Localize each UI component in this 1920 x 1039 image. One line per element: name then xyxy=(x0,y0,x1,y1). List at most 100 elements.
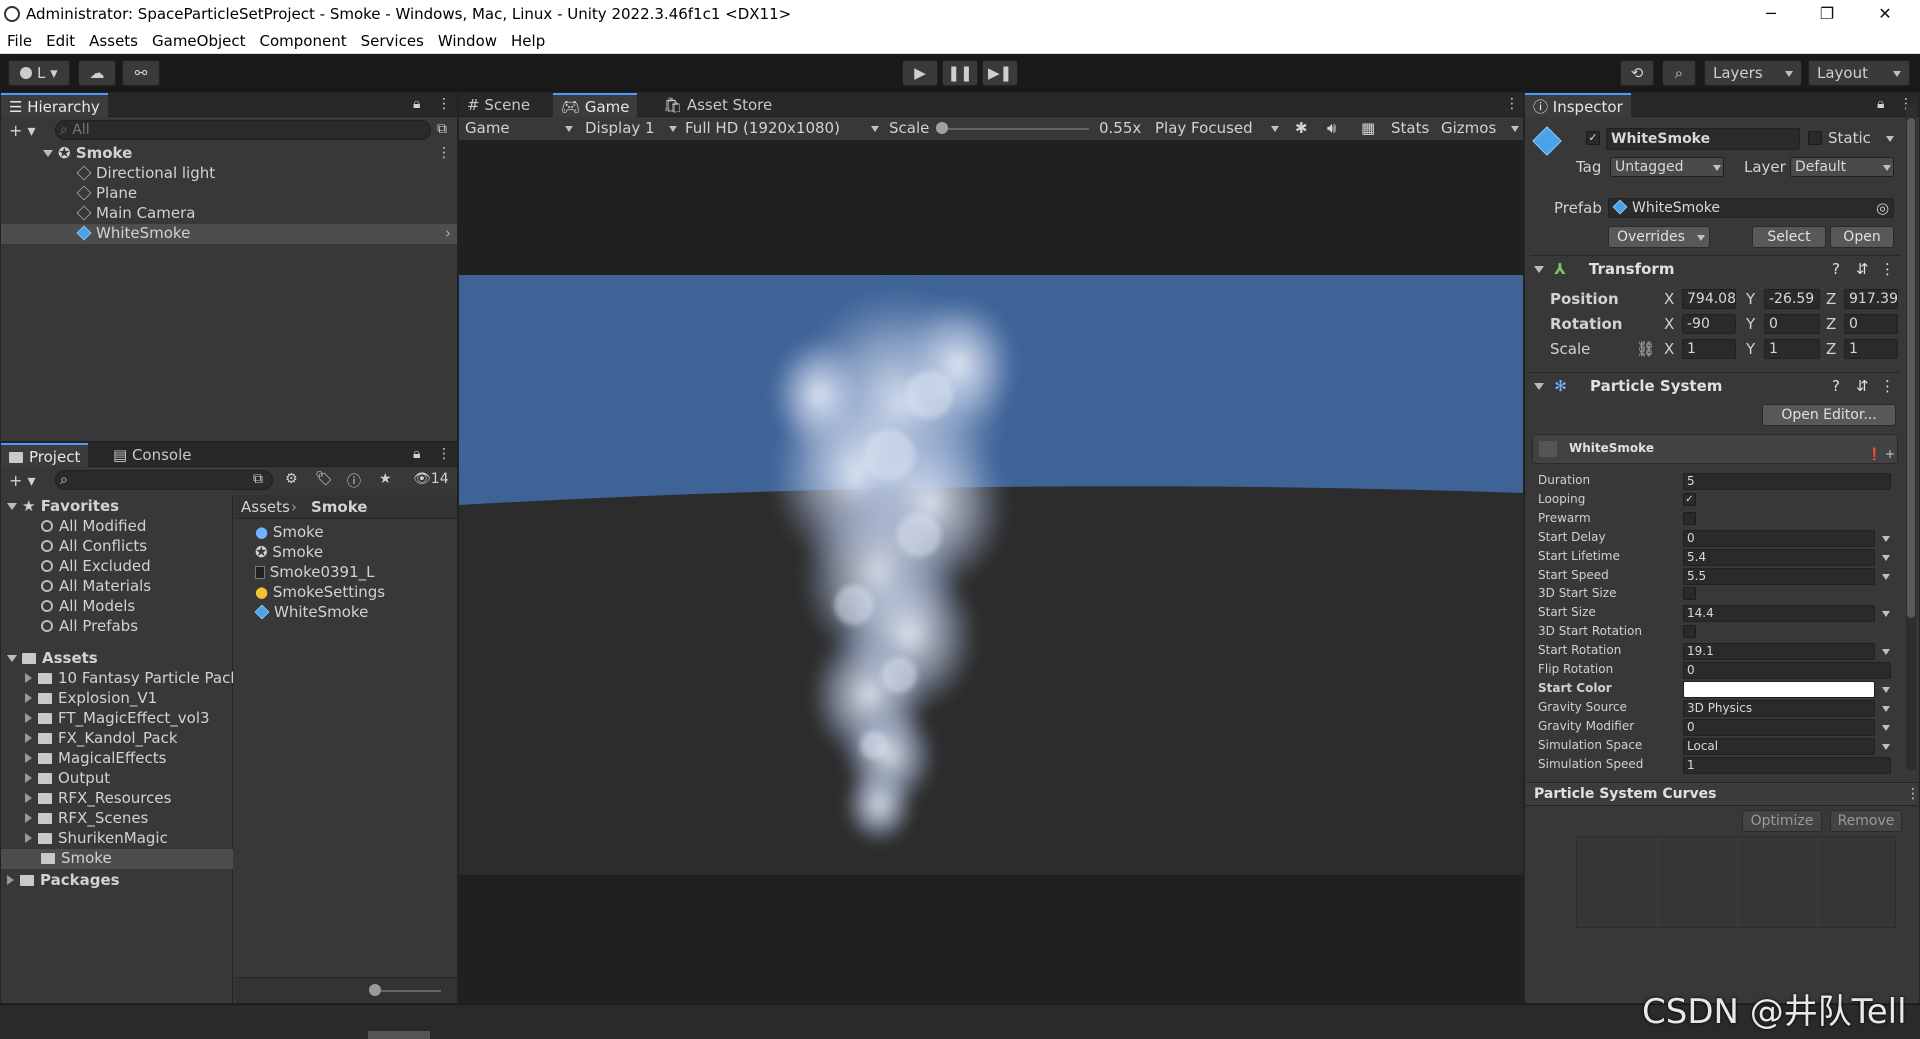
scale-z-field[interactable]: 1 xyxy=(1844,339,1898,359)
folder-item[interactable]: Explosion_V1 xyxy=(25,689,157,707)
rotation-y-field[interactable]: 0 xyxy=(1764,314,1820,334)
asset-file-item[interactable]: WhiteSmoke xyxy=(254,603,368,621)
scene-menu-icon[interactable]: ⋮ xyxy=(437,145,451,161)
rotation-x-field[interactable]: -90 xyxy=(1682,314,1736,334)
add-module-icon[interactable]: + xyxy=(1885,447,1895,461)
more-options-icon[interactable]: ⋮ xyxy=(1906,786,1920,802)
chevron-down-icon[interactable] xyxy=(1882,573,1890,580)
particle-prop-field[interactable]: 1 xyxy=(1683,756,1891,774)
transform-header[interactable]: ⅄ Transform ? ⇵ ⋮ xyxy=(1530,255,1900,281)
chevron-down-icon[interactable] xyxy=(1882,686,1890,693)
scale-slider-handle[interactable] xyxy=(936,122,948,134)
hierarchy-item-plane[interactable]: Plane xyxy=(76,184,137,202)
hierarchy-item-whitesmoke[interactable]: WhiteSmoke › xyxy=(1,224,457,244)
particle-prop-field[interactable]: 0 xyxy=(1683,529,1875,547)
particle-prop-field[interactable]: 5.4 xyxy=(1683,548,1875,566)
rotation-z-field[interactable]: 0 xyxy=(1844,314,1898,334)
audio-mute-icon[interactable]: 🔊︎ xyxy=(1327,119,1336,137)
more-options-icon[interactable]: ⋮ xyxy=(437,446,451,462)
particle-prop-checkbox[interactable] xyxy=(1683,625,1696,639)
warning-icon[interactable]: ❗ xyxy=(1867,447,1882,461)
scale-slider-track[interactable] xyxy=(939,128,1089,130)
particle-module-header[interactable]: WhiteSmoke ❗ + xyxy=(1532,434,1898,464)
particle-prop-field[interactable]: 5.5 xyxy=(1683,567,1875,585)
particle-prop-field[interactable] xyxy=(1683,680,1875,698)
hierarchy-item-directional-light[interactable]: Directional light xyxy=(76,164,215,182)
open-editor-button[interactable]: Open Editor... xyxy=(1762,404,1896,426)
favorite-all-models[interactable]: All Models xyxy=(41,597,135,615)
breadcrumb-smoke[interactable]: Smoke xyxy=(311,498,367,516)
play-focus-dropdown[interactable]: Play Focused xyxy=(1155,119,1281,137)
particle-prop-field[interactable]: 0 xyxy=(1683,718,1875,736)
folder-item[interactable]: Output xyxy=(25,769,110,787)
breadcrumb-assets[interactable]: Assets xyxy=(241,498,290,516)
resolution-dropdown[interactable]: Full HD (1920x1080) xyxy=(685,119,881,137)
chevron-down-icon[interactable] xyxy=(1882,554,1890,561)
layout-dropdown[interactable]: Layout xyxy=(1808,60,1910,86)
help-icon[interactable]: ? xyxy=(1832,256,1840,282)
active-checkbox[interactable]: ✓ xyxy=(1586,131,1600,145)
chevron-down-icon[interactable] xyxy=(1882,743,1890,750)
favorite-all-prefabs[interactable]: All Prefabs xyxy=(41,617,138,635)
particle-prop-field[interactable]: 14.4 xyxy=(1683,605,1875,623)
tab-asset-store[interactable]: 🛍︎ Asset Store xyxy=(655,93,780,117)
chevron-down-icon[interactable] xyxy=(1882,724,1890,731)
folder-item[interactable]: RFX_Scenes xyxy=(25,809,148,827)
hidden-count-badge[interactable]: 👁︎14 xyxy=(413,471,449,487)
curves-header[interactable]: Particle System Curves ⋮ xyxy=(1526,782,1920,806)
pause-button[interactable]: ❚❚ xyxy=(942,60,978,86)
lock-icon[interactable]: 🔒︎ xyxy=(413,446,420,462)
tab-hierarchy[interactable]: ☰ Hierarchy xyxy=(1,93,108,117)
menu-assets[interactable]: Assets xyxy=(82,28,145,50)
particle-prop-checkbox[interactable]: ✓ xyxy=(1683,492,1696,506)
filter-icon[interactable]: ⧉ xyxy=(437,121,447,137)
tab-scene[interactable]: # Scene xyxy=(459,93,538,117)
asset-file-item[interactable]: ● SmokeSettings xyxy=(255,583,385,601)
position-x-field[interactable]: 794.08 xyxy=(1682,289,1736,309)
menu-edit[interactable]: Edit xyxy=(39,28,82,50)
bug-icon[interactable]: ✱ xyxy=(1295,119,1308,137)
folder-item[interactable]: FX_Kandol_Pack xyxy=(25,729,178,747)
chevron-down-icon[interactable] xyxy=(1882,705,1890,712)
favorite-all-modified[interactable]: All Modified xyxy=(41,517,146,535)
preset-icon[interactable]: ⇵ xyxy=(1856,373,1869,399)
hierarchy-search-input[interactable]: ⌕ All xyxy=(55,120,431,140)
restore-icon[interactable]: ❐ xyxy=(1804,2,1850,26)
asset-file-item[interactable]: ● Smoke xyxy=(255,523,324,541)
add-object-button[interactable]: + ▾ xyxy=(9,121,36,140)
menu-help[interactable]: Help xyxy=(504,28,552,50)
label-icon[interactable]: 🏷︎ xyxy=(315,471,333,487)
object-name-field[interactable]: WhiteSmoke xyxy=(1606,128,1800,150)
assets-header[interactable]: Assets xyxy=(7,649,98,667)
cloud-icon[interactable]: ☁ xyxy=(78,60,116,86)
create-asset-button[interactable]: + ▾ xyxy=(9,471,36,490)
account-button[interactable]: L ▾ xyxy=(8,60,70,86)
folder-item[interactable]: 10 Fantasy Particle Pack xyxy=(25,669,233,687)
particle-system-header[interactable]: ✻ Particle System ? ⇵ ⋮ xyxy=(1530,372,1900,398)
minimize-icon[interactable]: ─ xyxy=(1748,2,1794,26)
tab-console[interactable]: ▤ Console xyxy=(105,443,200,467)
lock-icon[interactable]: 🔒︎ xyxy=(413,96,420,112)
favorite-star-icon[interactable]: ★ xyxy=(379,471,392,487)
folder-item[interactable]: RFX_Resources xyxy=(25,789,171,807)
particle-prop-field[interactable]: 5 xyxy=(1683,473,1891,490)
asset-file-item[interactable]: Smoke0391_L xyxy=(255,563,375,581)
packages-header[interactable]: Packages xyxy=(7,871,120,889)
scrollbar-thumb[interactable] xyxy=(1907,118,1915,618)
folder-item[interactable]: FT_MagicEffect_vol3 xyxy=(25,709,210,727)
particle-prop-field[interactable]: 19.1 xyxy=(1683,643,1875,661)
particle-prop-field[interactable]: 0 xyxy=(1683,662,1891,679)
static-checkbox[interactable] xyxy=(1808,131,1822,145)
search-icon[interactable]: ⌕ xyxy=(1662,60,1696,86)
chevron-down-icon[interactable] xyxy=(1882,649,1890,656)
more-options-icon[interactable]: ⋮ xyxy=(1505,96,1519,112)
prefab-open-button[interactable]: Open xyxy=(1830,226,1894,248)
menu-gameobject[interactable]: GameObject xyxy=(145,28,253,50)
warning-icon[interactable]: ⓘ xyxy=(347,471,361,491)
help-icon[interactable]: ? xyxy=(1832,373,1840,399)
component-menu-icon[interactable]: ⋮ xyxy=(1880,256,1895,282)
step-button[interactable]: ▶❚ xyxy=(982,60,1018,86)
more-options-icon[interactable]: ⋮ xyxy=(437,96,451,112)
tab-inspector[interactable]: ⓘ Inspector xyxy=(1525,93,1631,117)
tab-project[interactable]: Project xyxy=(1,443,89,467)
